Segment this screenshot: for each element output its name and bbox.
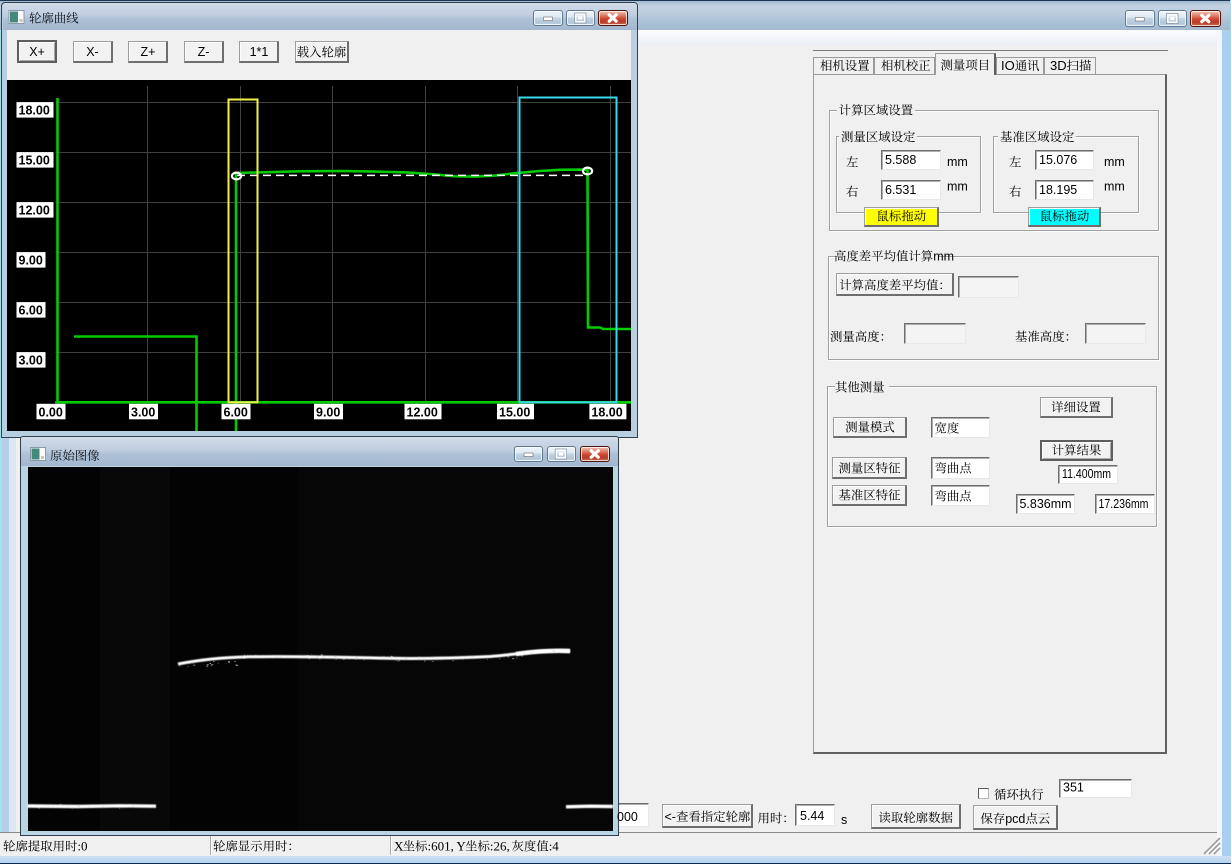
svg-text:18.00: 18.00 (19, 104, 50, 118)
svg-text:6.00: 6.00 (19, 304, 43, 318)
svg-text::0: :0 (77, 839, 87, 854)
svg-text:0.00: 0.00 (39, 405, 63, 419)
svg-text:Z+: Z+ (141, 45, 156, 59)
svg-text:mm: mm (1104, 155, 1125, 169)
svg-text:3.00: 3.00 (131, 405, 155, 419)
svg-text:X+: X+ (29, 45, 45, 59)
svg-text:Y: Y (456, 839, 466, 854)
svg-text::601,: :601, (428, 839, 454, 854)
svg-text:3D: 3D (1050, 58, 1067, 73)
svg-text:15.00: 15.00 (499, 405, 530, 419)
svg-text:mm: mm (1104, 180, 1125, 194)
svg-text:9.00: 9.00 (19, 254, 43, 268)
svg-text:5.836mm: 5.836mm (1020, 497, 1072, 511)
svg-text:Z-: Z- (198, 45, 210, 59)
svg-text:18.00: 18.00 (591, 405, 622, 419)
svg-text:5.588: 5.588 (885, 153, 916, 167)
svg-text::26,: :26, (490, 839, 510, 854)
svg-text::4: :4 (549, 839, 560, 854)
svg-text:1*1: 1*1 (250, 45, 269, 59)
svg-text:000: 000 (617, 810, 638, 824)
svg-text:mm: mm (947, 155, 968, 169)
svg-text:351: 351 (1063, 781, 1084, 795)
svg-text:17.236mm: 17.236mm (1099, 497, 1149, 511)
svg-text:15.076: 15.076 (1039, 153, 1077, 167)
svg-text:18.195: 18.195 (1039, 183, 1077, 197)
svg-text:12.00: 12.00 (19, 204, 50, 218)
svg-text:6.531: 6.531 (885, 183, 916, 197)
svg-text:X-: X- (86, 45, 99, 59)
svg-text:9.00: 9.00 (316, 405, 340, 419)
svg-text:X: X (394, 839, 404, 854)
svg-text:11.400mm: 11.400mm (1062, 467, 1111, 481)
svg-text:15.00: 15.00 (19, 154, 50, 168)
svg-text:pcd: pcd (1005, 812, 1025, 826)
svg-text:IO: IO (1001, 58, 1015, 73)
svg-text:mm: mm (947, 180, 968, 194)
svg-text:mm: mm (933, 250, 954, 264)
svg-text:<-: <- (665, 810, 676, 824)
svg-text:6.00: 6.00 (224, 405, 248, 419)
svg-text:5.44: 5.44 (800, 809, 824, 823)
svg-text:3.00: 3.00 (19, 354, 43, 368)
svg-text:12.00: 12.00 (407, 405, 438, 419)
svg-text:s: s (841, 813, 847, 827)
